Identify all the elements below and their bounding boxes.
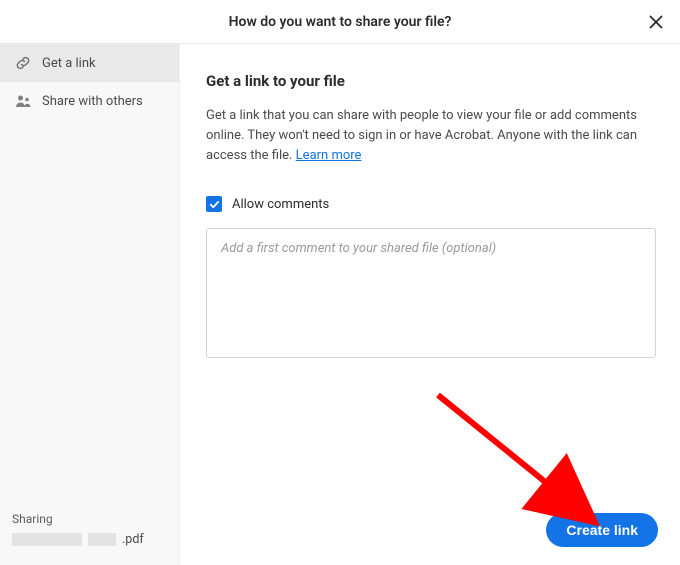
sidebar-item-label: Get a link — [42, 56, 96, 71]
close-button[interactable] — [646, 12, 666, 32]
sidebar-item-label: Share with others — [42, 94, 143, 109]
sidebar-sharing-section: Sharing .pdf — [0, 502, 179, 565]
checkmark-icon — [209, 199, 220, 210]
allow-comments-row: Allow comments — [206, 196, 656, 212]
sidebar-items: Get a link Share with others — [0, 44, 179, 502]
allow-comments-checkbox[interactable] — [206, 196, 222, 212]
dialog-body: Get a link Share with others Sharing .p — [0, 44, 680, 565]
people-icon — [14, 92, 32, 110]
main-panel: Get a link to your file Get a link that … — [180, 44, 680, 565]
description-text: Get a link that you can share with peopl… — [206, 108, 637, 163]
first-comment-input[interactable] — [206, 228, 656, 358]
sharing-label: Sharing — [12, 512, 167, 526]
panel-title: Get a link to your file — [206, 72, 656, 90]
dialog-title: How do you want to share your file? — [229, 14, 452, 30]
learn-more-link[interactable]: Learn more — [296, 148, 362, 163]
sharing-file-row: .pdf — [12, 532, 167, 547]
redacted-filename-part — [88, 533, 116, 546]
sidebar: Get a link Share with others Sharing .p — [0, 44, 180, 565]
dialog-header: How do you want to share your file? — [0, 0, 680, 44]
sidebar-item-share-others[interactable]: Share with others — [0, 82, 179, 120]
redacted-filename-part — [12, 533, 82, 546]
file-extension: .pdf — [122, 532, 144, 547]
panel-description: Get a link that you can share with peopl… — [206, 106, 656, 166]
link-icon — [14, 54, 32, 72]
close-icon — [649, 15, 663, 29]
allow-comments-label: Allow comments — [232, 197, 329, 212]
create-link-button[interactable]: Create link — [546, 513, 658, 547]
sidebar-item-get-link[interactable]: Get a link — [0, 44, 179, 82]
